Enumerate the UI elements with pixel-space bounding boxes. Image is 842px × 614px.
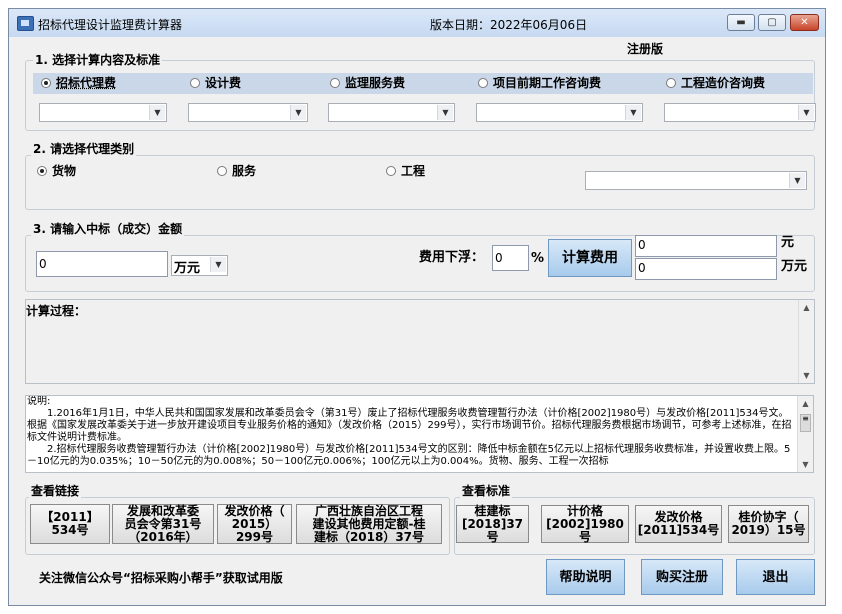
radio-dot <box>41 78 51 88</box>
scroll-up-icon[interactable]: ▲ <box>799 300 814 315</box>
calculate-button[interactable]: 计算费用 <box>548 239 632 277</box>
calc-process-area[interactable]: 计算过程： ▲ ▼ <box>25 299 815 384</box>
chevron-down-icon: ▼ <box>210 257 226 272</box>
radio-agency-fee[interactable]: 招标代理费 <box>41 76 116 90</box>
radio-dot <box>666 78 676 88</box>
radio-cost-consulting-fee[interactable]: 工程造价咨询费 <box>666 76 765 90</box>
notes-heading: 说明: <box>27 396 51 407</box>
section1-label: 1. 选择计算内容及标准 <box>33 53 163 67</box>
app-icon <box>17 16 34 31</box>
window-title: 招标代理设计监理费计算器 <box>38 18 183 32</box>
title-bar: 招标代理设计监理费计算器 版本日期：2022年06月06日 ▬ ▢ ✕ <box>9 9 825 37</box>
unit-yuan: 元 <box>781 235 795 250</box>
calc-process-scrollbar[interactable]: ▲ ▼ <box>798 300 814 383</box>
chevron-down-icon: ▼ <box>149 105 165 120</box>
minimize-icon[interactable]: ▬ <box>727 14 755 31</box>
standard-select-3[interactable]: ▼ <box>328 103 455 122</box>
chevron-down-icon: ▼ <box>437 105 453 120</box>
maximize-icon[interactable]: ▢ <box>758 14 786 31</box>
amount-unit-select[interactable]: 万元 ▼ <box>171 255 228 276</box>
discount-input[interactable]: 0 <box>492 245 529 271</box>
version-date: 版本日期：2022年06月06日 <box>430 18 588 32</box>
radio-design-fee[interactable]: 设计费 <box>190 76 241 90</box>
standard-2002-1980[interactable]: 计价格 [2002]1980号 <box>541 504 629 543</box>
standard-gui-2018-37[interactable]: 桂建标 [2018]37号 <box>456 504 529 543</box>
link-2011-534[interactable]: 【2011】 534号 <box>30 504 110 544</box>
radio-supervision-fee[interactable]: 监理服务费 <box>330 76 405 90</box>
wechat-notice: 关注微信公众号“招标采购小帮手”获取试用版 <box>39 571 283 585</box>
notes-scrollbar[interactable]: ▲ ≡ ▼ <box>797 396 813 472</box>
radio-goods[interactable]: 货物 <box>37 164 76 178</box>
radio-dot <box>330 78 340 88</box>
calc-process-label: 计算过程： <box>26 304 87 318</box>
unit-select-value: 万元 <box>174 261 201 276</box>
standard-guijia-2019-15[interactable]: 桂价协字（ 2019）15号 <box>728 505 809 543</box>
unit-wanyuan: 万元 <box>781 259 808 274</box>
help-button[interactable]: 帮助说明 <box>546 559 625 595</box>
chevron-down-icon: ▼ <box>798 105 814 120</box>
scroll-thumb[interactable]: ≡ <box>800 414 811 432</box>
radio-dot <box>478 78 488 88</box>
buy-register-button[interactable]: 购买注册 <box>641 559 723 595</box>
section2-label: 2. 请选择代理类别 <box>31 142 137 156</box>
scroll-down-icon[interactable]: ▼ <box>798 457 813 472</box>
radio-dot <box>37 166 47 176</box>
radio-dot <box>190 78 200 88</box>
result-wanyuan-field[interactable]: 0 <box>635 258 777 280</box>
radio-dot <box>217 166 227 176</box>
radio-engineering[interactable]: 工程 <box>386 164 425 178</box>
standard-select-5[interactable]: ▼ <box>664 103 816 122</box>
section3-label: 3. 请输入中标（成交）金额 <box>31 222 185 236</box>
percent-sign: % <box>531 251 545 266</box>
chevron-down-icon: ▼ <box>789 173 805 188</box>
bid-amount-input[interactable]: 0 <box>36 251 168 277</box>
notes-paragraph-1: 1.2016年1月1日，中华人民共和国国家发展和改革委员会令（第31号）废止了招… <box>27 408 792 443</box>
result-yuan-field[interactable]: 0 <box>635 235 777 257</box>
radio-preliminary-consulting-fee[interactable]: 项目前期工作咨询费 <box>478 76 601 90</box>
scroll-down-icon[interactable]: ▼ <box>799 368 814 383</box>
standard-2011-534[interactable]: 发改价格 [2011]534号 <box>635 505 722 543</box>
standard-select-1[interactable]: ▼ <box>39 103 167 122</box>
chevron-down-icon: ▼ <box>290 105 306 120</box>
registration-status: 注册版 <box>627 42 664 56</box>
discount-label: 费用下浮： <box>419 250 485 265</box>
link-guangxi-2018-37[interactable]: 广西壮族自治区工程 建设其他费用定额-桂 建标（2018）37号 <box>296 504 442 544</box>
chevron-down-icon: ▼ <box>625 105 641 120</box>
standard-select-2[interactable]: ▼ <box>188 103 308 122</box>
radio-services[interactable]: 服务 <box>217 164 256 178</box>
notes-paragraph-2: 2.招标代理服务收费管理暂行办法（计价格[2002]1980号）与发改价格[20… <box>27 444 791 467</box>
links-label: 查看链接 <box>29 484 82 498</box>
radio-dot <box>386 166 396 176</box>
close-icon[interactable]: ✕ <box>790 14 819 31</box>
link-2015-299[interactable]: 发改价格（ 2015） 299号 <box>217 504 292 544</box>
app-window: 招标代理设计监理费计算器 版本日期：2022年06月06日 ▬ ▢ ✕ 注册版 … <box>8 8 826 606</box>
scroll-up-icon[interactable]: ▲ <box>798 396 813 411</box>
notes-area[interactable]: 说明: 1.2016年1月1日，中华人民共和国国家发展和改革委员会令（第31号）… <box>25 395 814 473</box>
standards-label: 查看标准 <box>460 484 513 498</box>
standard-select-4[interactable]: ▼ <box>476 103 643 122</box>
exit-button[interactable]: 退出 <box>736 559 815 595</box>
agency-category-select[interactable]: ▼ <box>585 171 807 190</box>
link-ndrc-order-31[interactable]: 发展和改革委 员会令第31号 （2016年） <box>112 504 214 544</box>
